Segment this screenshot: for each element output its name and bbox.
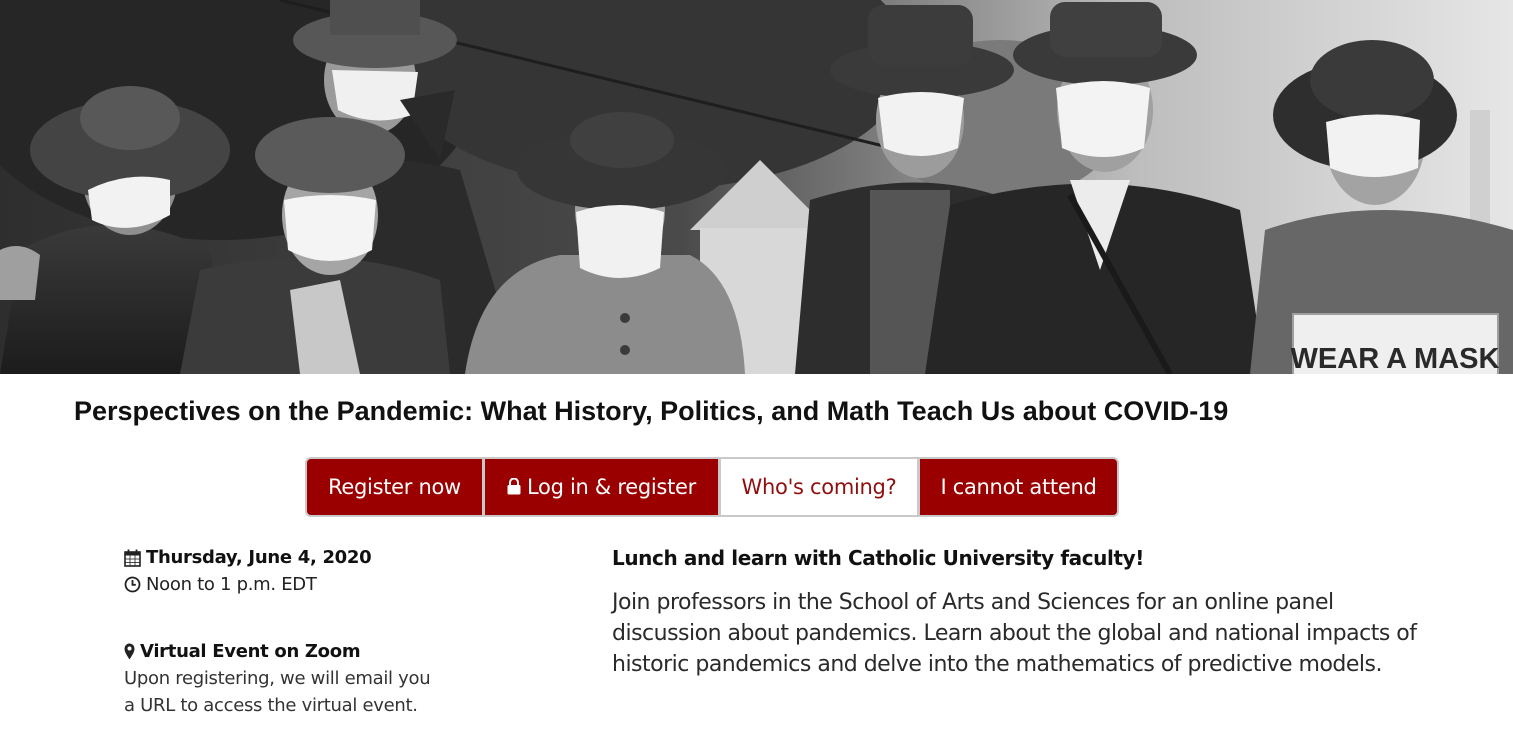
hero-photo: WEAR A MASK xyxy=(0,0,1513,374)
calendar-icon xyxy=(124,549,141,567)
hero-banner: WEAR A MASK xyxy=(0,0,1513,374)
event-title: Perspectives on the Pandemic: What Histo… xyxy=(74,396,1229,426)
map-marker-icon xyxy=(124,643,135,660)
clock-icon xyxy=(124,576,141,593)
description-body: Join professors in the School of Arts an… xyxy=(612,590,1417,677)
cannot-attend-button[interactable]: I cannot attend xyxy=(920,459,1117,515)
login-register-button[interactable]: Log in & register xyxy=(485,459,718,515)
cannot-attend-label: I cannot attend xyxy=(940,475,1097,499)
event-location-name: Virtual Event on Zoom xyxy=(140,641,361,662)
event-location: Virtual Event on Zoom Upon registering, … xyxy=(124,638,454,719)
login-register-label: Log in & register xyxy=(527,475,696,499)
rsvp-button-group: Register now Log in & register Who's com… xyxy=(305,457,1119,517)
event-details: Thursday, June 4, 2020 Noon to 1 p.m. ED… xyxy=(124,544,454,719)
event-time: Noon to 1 p.m. EDT xyxy=(146,574,317,595)
event-date-row: Thursday, June 4, 2020 xyxy=(124,544,454,571)
register-now-button[interactable]: Register now xyxy=(307,459,482,515)
whos-coming-label: Who's coming? xyxy=(741,475,897,499)
event-location-note: Upon registering, we will email you a UR… xyxy=(124,668,431,716)
event-location-row: Virtual Event on Zoom xyxy=(124,638,454,665)
event-time-row: Noon to 1 p.m. EDT xyxy=(124,571,454,598)
event-description: Lunch and learn with Catholic University… xyxy=(612,544,1442,680)
whos-coming-button[interactable]: Who's coming? xyxy=(721,459,917,515)
event-date: Thursday, June 4, 2020 xyxy=(146,547,372,568)
description-heading: Lunch and learn with Catholic University… xyxy=(612,546,1144,570)
register-now-label: Register now xyxy=(328,475,461,499)
lock-icon xyxy=(507,476,521,500)
hero-sign-text: WEAR A MASK xyxy=(1291,343,1500,374)
